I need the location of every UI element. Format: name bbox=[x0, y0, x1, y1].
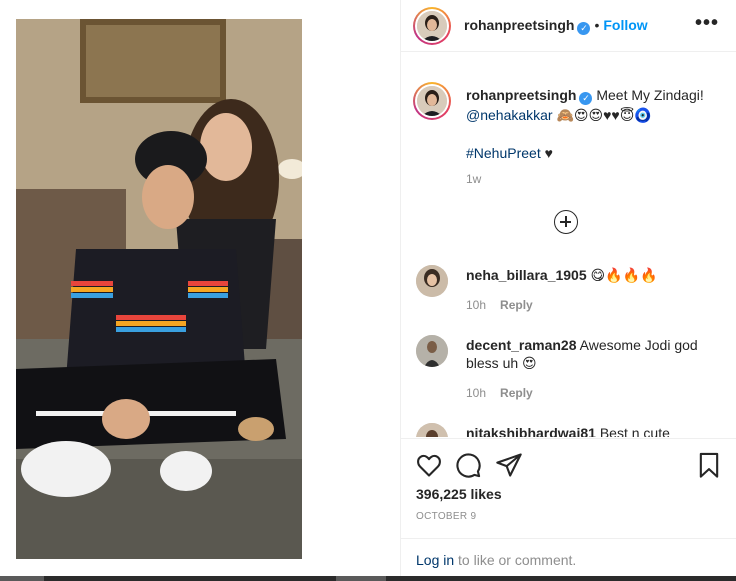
taskbar-strip bbox=[0, 576, 736, 581]
caption-time[interactable]: 1w bbox=[466, 172, 481, 186]
comment-item: nitakshibhardwaj81 Best n cute bbox=[466, 424, 721, 437]
bookmark-icon[interactable] bbox=[695, 451, 723, 479]
plus-circle-icon[interactable] bbox=[554, 210, 578, 234]
caption-hashtag-suffix: ♥ bbox=[544, 145, 553, 161]
caption-username[interactable]: rohanpreetsingh bbox=[466, 87, 576, 103]
comment-item: decent_raman28 Awesome Jodi god bless uh… bbox=[466, 336, 721, 372]
post-header: rohanpreetsingh ✓ • Follow ••• bbox=[401, 0, 736, 52]
post-actions: 396,225 likes OCTOBER 9 bbox=[401, 438, 736, 538]
reply-button[interactable]: Reply bbox=[500, 298, 533, 312]
caption-text: Meet My Zindagi! bbox=[596, 87, 704, 103]
follow-button[interactable]: Follow bbox=[603, 17, 647, 33]
separator-dot: • bbox=[594, 17, 600, 33]
comment-bubble-icon[interactable] bbox=[454, 451, 482, 479]
author-username[interactable]: rohanpreetsingh bbox=[464, 17, 574, 33]
comment-username[interactable]: decent_raman28 bbox=[466, 337, 577, 353]
login-link[interactable]: Log in bbox=[416, 552, 454, 568]
author-avatar[interactable] bbox=[413, 7, 451, 45]
reply-button[interactable]: Reply bbox=[500, 386, 533, 400]
commenter-avatar[interactable] bbox=[416, 335, 448, 367]
comment-username[interactable]: nitakshibhardwaj81 bbox=[466, 425, 596, 437]
caption-author-avatar[interactable] bbox=[413, 82, 451, 120]
more-options-icon[interactable]: ••• bbox=[695, 13, 719, 33]
comment-time[interactable]: 10h bbox=[466, 298, 486, 312]
comments-section[interactable]: rohanpreetsingh ✓ Meet My Zindagi! @nehak… bbox=[401, 53, 736, 437]
comment-text: 😋🔥🔥🔥 bbox=[590, 267, 658, 283]
comment-username[interactable]: neha_billara_1905 bbox=[466, 267, 587, 283]
post-media-panel bbox=[0, 0, 400, 576]
likes-count[interactable]: 396,225 likes bbox=[416, 486, 502, 502]
commenter-avatar[interactable] bbox=[416, 265, 448, 297]
login-prompt: Log in to like or comment. bbox=[401, 538, 736, 576]
comment-time[interactable]: 10h bbox=[466, 386, 486, 400]
login-suffix: to like or comment. bbox=[458, 552, 577, 568]
comment-meta: 10h Reply bbox=[466, 386, 533, 400]
avatar-image bbox=[417, 11, 447, 41]
paper-plane-icon[interactable] bbox=[495, 451, 523, 479]
caption-mention-link[interactable]: @nehakakkar bbox=[466, 107, 553, 123]
verified-badge-icon: ✓ bbox=[577, 22, 591, 35]
post-photo-illustration bbox=[16, 19, 302, 559]
avatar-image bbox=[417, 86, 447, 116]
commenter-avatar[interactable] bbox=[416, 423, 448, 437]
verified-badge-icon: ✓ bbox=[579, 92, 593, 105]
post-photo[interactable] bbox=[16, 19, 302, 559]
caption-emojis: 🙈😍😍♥♥😇🧿 bbox=[556, 107, 652, 123]
post-sidebar: rohanpreetsingh ✓ • Follow ••• rohanpreetsi… bbox=[400, 0, 736, 576]
caption-hashtag-link[interactable]: #NehuPreet bbox=[466, 145, 541, 161]
comment-item: neha_billara_1905 😋🔥🔥🔥 bbox=[466, 266, 721, 284]
post-date[interactable]: OCTOBER 9 bbox=[416, 511, 476, 522]
comment-text: Best n cute bbox=[599, 425, 670, 437]
comment-meta: 10h Reply bbox=[466, 298, 533, 312]
caption: rohanpreetsingh ✓ Meet My Zindagi! @nehak… bbox=[466, 85, 721, 163]
heart-icon[interactable] bbox=[415, 451, 443, 479]
